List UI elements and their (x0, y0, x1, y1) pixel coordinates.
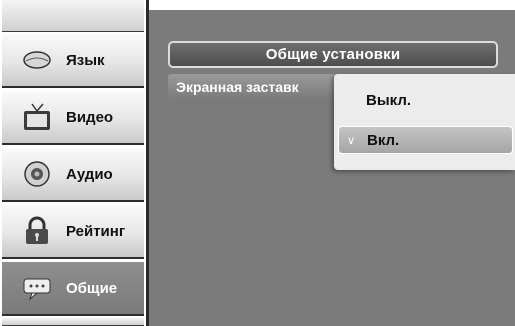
section-header: Общие установки (168, 41, 498, 68)
screensaver-label: Экранная заставк (176, 79, 299, 95)
checkmark-icon: ∨ (347, 134, 356, 147)
sidebar-item-rating[interactable]: Рейтинг (2, 204, 144, 259)
sidebar-item-general[interactable]: Общие (2, 261, 144, 316)
sidebar-item-video[interactable]: Видео (2, 90, 144, 145)
sidebar-item-label: Рейтинг (66, 222, 126, 240)
lock-icon (20, 214, 54, 248)
sidebar-item-label: Общие (66, 279, 118, 297)
sidebar-bottom-spacer (2, 318, 144, 326)
option-on[interactable]: ∨ Вкл. (338, 126, 513, 154)
sidebar-item-label: Язык (66, 51, 105, 69)
sidebar-item-label: Аудио (66, 165, 113, 183)
options-popup: Выкл. ∨ Вкл. (334, 74, 515, 170)
speech-bubble-icon (20, 43, 54, 77)
page-title: Общие установки (265, 46, 401, 63)
option-off[interactable]: Выкл. (338, 86, 513, 114)
sidebar-top-spacer (2, 0, 144, 32)
dvd-setup-screen: Язык Видео Аудио Рейтинг Общие Общие уст… (0, 0, 515, 326)
screensaver-setting-row[interactable]: Экранная заставк (168, 74, 358, 100)
option-label: Вкл. (367, 131, 400, 149)
settings-panel: Общие установки Экранная заставк Выкл. ∨… (149, 10, 515, 326)
sidebar-item-language[interactable]: Язык (2, 33, 144, 88)
tv-icon (20, 100, 54, 134)
sidebar-item-label: Видео (66, 108, 114, 126)
sidebar-item-audio[interactable]: Аудио (2, 147, 144, 202)
sidebar: Язык Видео Аудио Рейтинг Общие (0, 0, 146, 326)
option-label: Выкл. (366, 91, 412, 109)
chat-bubble-icon (20, 271, 54, 305)
speaker-icon (20, 157, 54, 191)
